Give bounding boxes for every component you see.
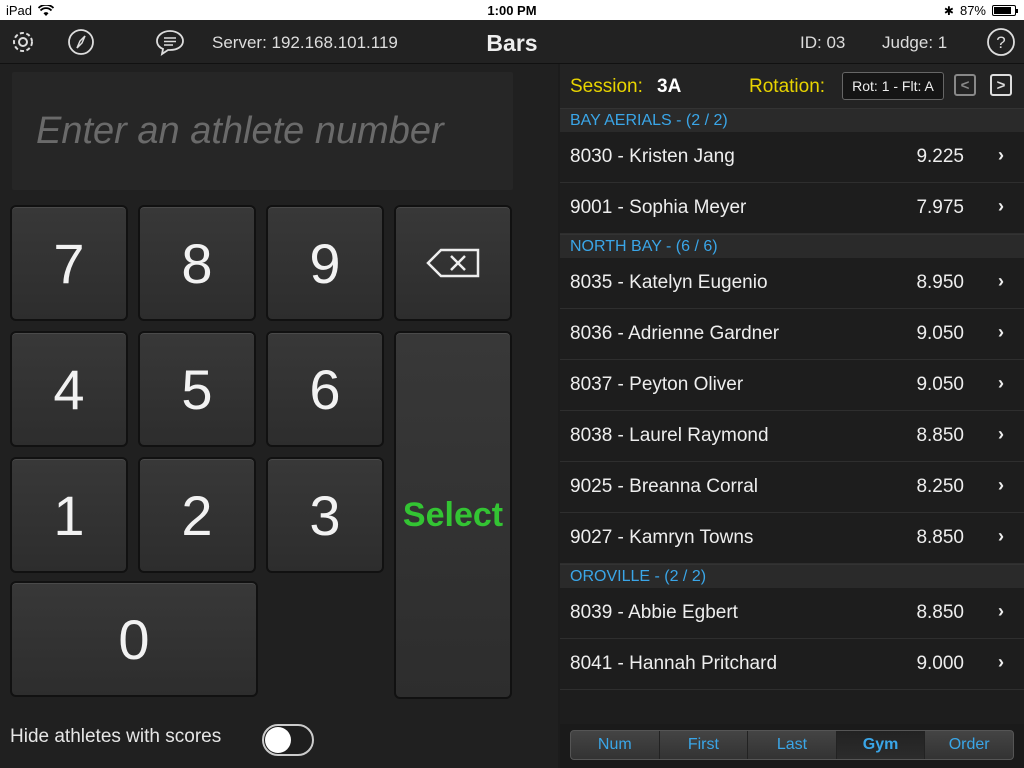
battery-percent: 87% bbox=[959, 3, 986, 18]
key-4[interactable]: 4 bbox=[10, 331, 128, 447]
athlete-score: 8.850 bbox=[916, 602, 964, 623]
athlete-number-input[interactable] bbox=[36, 109, 513, 153]
athlete-row[interactable]: 8037 - Peyton Oliver 9.050 › bbox=[560, 360, 1024, 411]
backspace-button[interactable] bbox=[394, 205, 512, 321]
athlete-score: 8.250 bbox=[916, 476, 964, 497]
judge-number: Judge: 1 bbox=[882, 33, 948, 52]
chevron-right-icon: > bbox=[996, 76, 1006, 94]
key-5[interactable]: 5 bbox=[138, 331, 256, 447]
next-rotation-button[interactable]: > bbox=[990, 74, 1012, 96]
clock: 1:00 PM bbox=[487, 3, 537, 18]
athlete-row[interactable]: 9025 - Breanna Corral 8.250 › bbox=[560, 462, 1024, 513]
athlete-score: 9.225 bbox=[916, 146, 964, 167]
athlete-row[interactable]: 8041 - Hannah Pritchard 9.000 › bbox=[560, 639, 1024, 690]
athlete-score: 9.050 bbox=[916, 323, 964, 344]
athlete-score: 8.850 bbox=[916, 527, 964, 548]
chevron-right-icon: › bbox=[998, 373, 1004, 393]
sort-option-order[interactable]: Order bbox=[925, 731, 1013, 759]
status-bar: iPad 1:00 PM ✱ 87% bbox=[0, 0, 1024, 20]
key-0[interactable]: 0 bbox=[10, 581, 258, 697]
hide-scored-toggle[interactable] bbox=[262, 724, 314, 756]
chevron-right-icon: › bbox=[998, 196, 1004, 216]
battery-icon bbox=[992, 5, 1018, 16]
athlete-number-field[interactable] bbox=[12, 72, 513, 190]
athlete-score: 8.950 bbox=[916, 272, 964, 293]
athlete-score: 9.000 bbox=[916, 653, 964, 674]
sort-bar: Num First Last Gym Order bbox=[560, 724, 1024, 768]
athlete-row[interactable]: 9001 - Sophia Meyer 7.975 › bbox=[560, 183, 1024, 234]
athlete-name: 9001 - Sophia Meyer bbox=[570, 197, 747, 218]
chevron-left-icon: < bbox=[960, 76, 970, 94]
rotation-selector[interactable]: Rot: 1 - Flt: A bbox=[842, 72, 944, 100]
hide-scored-label: Hide athletes with scores bbox=[10, 726, 222, 747]
chevron-right-icon: › bbox=[998, 424, 1004, 444]
athlete-list-pane: Session: 3A Rotation: Rot: 1 - Flt: A < … bbox=[560, 64, 1024, 768]
group-header: OROVILLE - (2 / 2) bbox=[560, 564, 1024, 588]
athlete-row[interactable]: 8030 - Kristen Jang 9.225 › bbox=[560, 132, 1024, 183]
athlete-name: 9025 - Breanna Corral bbox=[570, 476, 758, 497]
keypad-pane: 7 8 9 4 5 6 Select 1 2 3 0 Hide athletes… bbox=[0, 64, 558, 768]
sort-option-first[interactable]: First bbox=[660, 731, 749, 759]
athlete-name: 8038 - Laurel Raymond bbox=[570, 425, 769, 446]
nav-bar: Server: 192.168.101.119 Bars ID: 03 Judg… bbox=[0, 20, 1024, 64]
session-value: 3A bbox=[657, 76, 682, 97]
sort-option-gym[interactable]: Gym bbox=[836, 731, 926, 759]
athlete-name: 8036 - Adrienne Gardner bbox=[570, 323, 780, 344]
page-title: Bars bbox=[486, 30, 538, 56]
key-6[interactable]: 6 bbox=[266, 331, 384, 447]
athlete-row[interactable]: 8039 - Abbie Egbert 8.850 › bbox=[560, 588, 1024, 639]
athlete-name: 8035 - Katelyn Eugenio bbox=[570, 272, 768, 293]
toggle-knob bbox=[265, 727, 291, 753]
backspace-icon bbox=[426, 248, 480, 278]
chevron-right-icon: › bbox=[998, 526, 1004, 546]
rotation-label: Rotation: bbox=[749, 76, 826, 97]
athlete-list: BAY AERIALS - (2 / 2) 8030 - Kristen Jang… bbox=[560, 108, 1024, 690]
athlete-score: 7.975 bbox=[916, 197, 964, 218]
athlete-name: 8030 - Kristen Jang bbox=[570, 146, 735, 167]
group-header: NORTH BAY - (6 / 6) bbox=[560, 234, 1024, 258]
chevron-right-icon: › bbox=[998, 601, 1004, 621]
athlete-score: 9.050 bbox=[916, 374, 964, 395]
chevron-right-icon: › bbox=[998, 271, 1004, 291]
sort-option-num[interactable]: Num bbox=[571, 731, 660, 759]
athlete-row[interactable]: 8038 - Laurel Raymond 8.850 › bbox=[560, 411, 1024, 462]
select-button[interactable]: Select bbox=[394, 331, 512, 699]
athlete-name: 8041 - Hannah Pritchard bbox=[570, 653, 778, 674]
key-9[interactable]: 9 bbox=[266, 205, 384, 321]
prev-rotation-button[interactable]: < bbox=[954, 74, 976, 96]
athlete-row[interactable]: 8035 - Katelyn Eugenio 8.950 › bbox=[560, 258, 1024, 309]
athlete-name: 8037 - Peyton Oliver bbox=[570, 374, 744, 395]
chevron-right-icon: › bbox=[998, 322, 1004, 342]
key-3[interactable]: 3 bbox=[266, 457, 384, 573]
session-label: Session: bbox=[570, 76, 643, 97]
key-2[interactable]: 2 bbox=[138, 457, 256, 573]
athlete-name: 9027 - Kamryn Towns bbox=[570, 527, 754, 548]
athlete-score: 8.850 bbox=[916, 425, 964, 446]
chevron-right-icon: › bbox=[998, 652, 1004, 672]
judge-id: ID: 03 bbox=[800, 33, 846, 52]
chevron-right-icon: › bbox=[998, 145, 1004, 165]
key-7[interactable]: 7 bbox=[10, 205, 128, 321]
sort-option-last[interactable]: Last bbox=[748, 731, 837, 759]
svg-text:?: ? bbox=[996, 33, 1005, 52]
athlete-name: 8039 - Abbie Egbert bbox=[570, 602, 738, 623]
bluetooth-icon: ✱ bbox=[943, 3, 954, 18]
athlete-row[interactable]: 9027 - Kamryn Towns 8.850 › bbox=[560, 513, 1024, 564]
sort-segmented-control: Num First Last Gym Order bbox=[570, 730, 1014, 760]
session-bar: Session: 3A Rotation: Rot: 1 - Flt: A < … bbox=[560, 64, 1024, 108]
key-1[interactable]: 1 bbox=[10, 457, 128, 573]
help-icon[interactable]: ? bbox=[986, 27, 1016, 57]
chevron-right-icon: › bbox=[998, 475, 1004, 495]
athlete-row[interactable]: 8036 - Adrienne Gardner 9.050 › bbox=[560, 309, 1024, 360]
group-header: BAY AERIALS - (2 / 2) bbox=[560, 108, 1024, 132]
key-8[interactable]: 8 bbox=[138, 205, 256, 321]
